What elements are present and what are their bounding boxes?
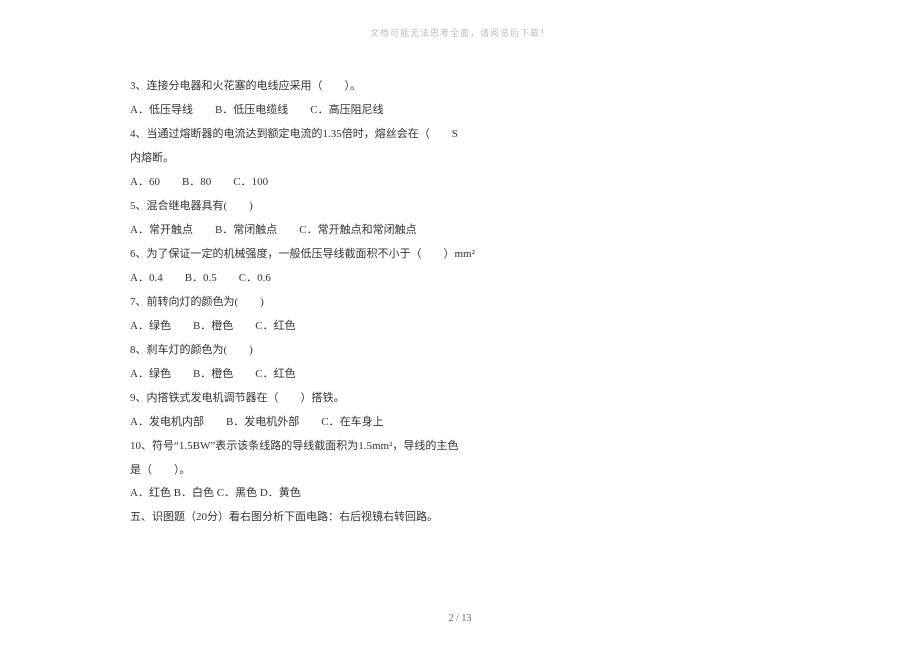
question-9: 9、内搭铁式发电机调节器在（ ）搭铁。 — [130, 387, 690, 411]
question-3-options: A．低压导线 B．低压电缆线 C．高压阻尼线 — [130, 99, 690, 123]
question-7: 7、前转向灯的颜色为( ) — [130, 291, 690, 315]
question-10-options: A．红色 B．白色 C．黑色 D．黄色 — [130, 482, 690, 506]
question-4-options: A．60 B．80 C．100 — [130, 171, 690, 195]
page-number: 2 / 13 — [449, 613, 472, 624]
question-3: 3、连接分电器和火花塞的电线应采用（ ）。 — [130, 75, 690, 99]
question-5-options: A．常开触点 B．常闭触点 C．常开触点和常闭触点 — [130, 219, 690, 243]
question-6: 6、为了保证一定的机械强度，一般低压导线截面积不小于（ ）mm² — [130, 243, 690, 267]
question-10-cont: 是（ ）。 — [130, 459, 690, 483]
question-7-options: A．绿色 B．橙色 C．红色 — [130, 315, 690, 339]
question-8: 8、刹车灯的颜色为( ) — [130, 339, 690, 363]
question-4: 4、当通过熔断器的电流达到额定电流的1.35倍时，熔丝会在（ S — [130, 123, 690, 147]
question-9-options: A．发电机内部 B．发电机外部 C．在车身上 — [130, 411, 690, 435]
question-10: 10、符号“1.5BW”表示该条线路的导线截面积为1.5mm²，导线的主色 — [130, 435, 690, 459]
question-8-options: A．绿色 B．橙色 C．红色 — [130, 363, 690, 387]
document-content: 3、连接分电器和火花塞的电线应采用（ ）。 A．低压导线 B．低压电缆线 C．高… — [130, 75, 690, 530]
watermark-text: 文档可能无法思考全面，请阅览后下载！ — [370, 26, 550, 39]
question-5: 5、混合继电器具有( ) — [130, 195, 690, 219]
question-4-cont: 内熔断。 — [130, 147, 690, 171]
question-6-options: A．0.4 B．0.5 C．0.6 — [130, 267, 690, 291]
section-5-heading: 五、识图题（20分）看右图分析下面电路：右后视镜右转回路。 — [130, 506, 690, 530]
